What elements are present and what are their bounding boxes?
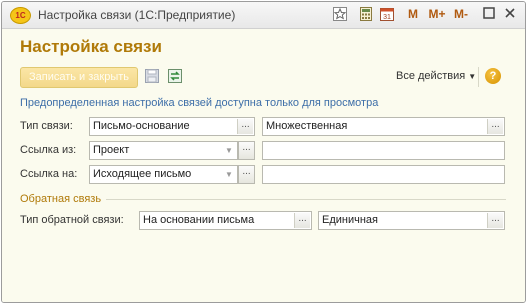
- link-from-value: Проект: [93, 144, 130, 156]
- link-to-field[interactable]: Исходящее письмо ▼: [89, 165, 238, 184]
- all-actions-label: Все действия: [396, 70, 466, 82]
- save-disk-icon[interactable]: [144, 68, 160, 84]
- back-link-type-label: Тип обратной связи:: [20, 214, 124, 226]
- link-to-label: Ссылка на:: [20, 168, 78, 180]
- memory-mplus-button[interactable]: M+: [426, 7, 448, 23]
- calendar-icon[interactable]: 31: [379, 7, 395, 23]
- select-dots-icon[interactable]: ...: [487, 213, 503, 228]
- memory-m-button[interactable]: M: [405, 7, 421, 23]
- help-icon[interactable]: ?: [485, 68, 501, 84]
- link-from-select-button[interactable]: ...: [238, 141, 255, 160]
- select-dots-icon[interactable]: ...: [237, 119, 253, 134]
- select-dots-icon[interactable]: ...: [294, 213, 310, 228]
- select-dots-icon[interactable]: ...: [487, 119, 503, 134]
- svg-text:31: 31: [383, 14, 391, 21]
- link-type-value: Письмо-основание: [93, 120, 190, 132]
- link-to-select-button[interactable]: ...: [238, 165, 255, 184]
- refresh-icon[interactable]: [167, 68, 183, 84]
- maximize-icon[interactable]: [481, 7, 497, 23]
- chevron-down-icon: ▼: [468, 72, 477, 81]
- calculator-icon[interactable]: [358, 7, 374, 23]
- link-from-field[interactable]: Проект ▼: [89, 141, 238, 160]
- dropdown-arrow-icon[interactable]: ▼: [221, 167, 237, 182]
- dropdown-arrow-icon[interactable]: ▼: [221, 143, 237, 158]
- title-bar: 1С Настройка связи (1С:Предприятие) 31 M…: [2, 2, 525, 29]
- memory-mminus-button[interactable]: M-: [451, 7, 471, 23]
- window-title: Настройка связи (1С:Предприятие): [38, 8, 236, 22]
- back-link-multiplicity-field[interactable]: Единичная ...: [318, 211, 505, 230]
- link-multiplicity-value: Множественная: [266, 120, 348, 132]
- back-link-type-value: На основании письма: [143, 214, 255, 226]
- back-link-group-title: Обратная связь: [20, 193, 102, 205]
- link-from-label: Ссылка из:: [20, 144, 77, 156]
- toolbar-divider: [478, 67, 479, 87]
- link-to-value: Исходящее письмо: [93, 168, 192, 180]
- back-link-multiplicity-value: Единичная: [322, 214, 378, 226]
- close-icon[interactable]: [502, 7, 518, 23]
- all-actions-menu[interactable]: Все действия ▼: [396, 70, 476, 82]
- back-link-type-field[interactable]: На основании письма ...: [139, 211, 312, 230]
- app-logo-icon: 1С: [10, 7, 31, 24]
- info-message: Предопределенная настройка связей доступ…: [20, 97, 379, 109]
- save-and-close-button[interactable]: Записать и закрыть: [20, 67, 138, 88]
- link-from-extra-field[interactable]: [262, 141, 505, 160]
- form-title: Настройка связи: [20, 37, 162, 56]
- favorites-star-icon[interactable]: [332, 7, 348, 23]
- app-window: 1С Настройка связи (1С:Предприятие) 31 M…: [1, 1, 526, 303]
- link-type-field[interactable]: Письмо-основание ...: [89, 117, 255, 136]
- link-type-label: Тип связи:: [20, 120, 73, 132]
- link-multiplicity-field[interactable]: Множественная ...: [262, 117, 505, 136]
- group-divider: [106, 199, 506, 200]
- link-to-extra-field[interactable]: [262, 165, 505, 184]
- form-area: Настройка связи Записать и закрыть Все д…: [2, 29, 525, 302]
